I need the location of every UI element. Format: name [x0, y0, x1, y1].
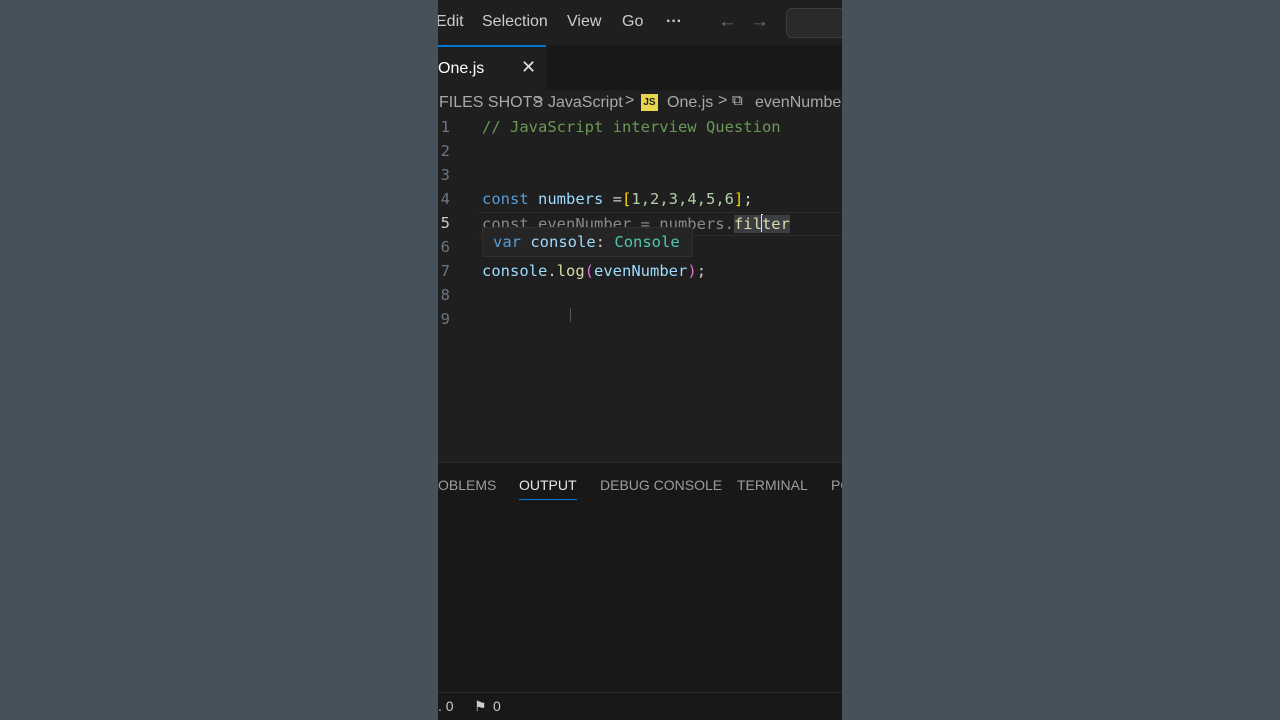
code-line: 7 console.log(evenNumber); — [438, 262, 842, 286]
identifier: numbers — [538, 190, 604, 208]
tooltip-keyword: var — [493, 233, 521, 251]
method-name: log — [556, 262, 585, 280]
operator: = — [603, 190, 623, 208]
line-number: 1 — [440, 118, 450, 136]
tab-terminal[interactable]: TERMINAL — [737, 477, 808, 493]
line-number: 4 — [440, 190, 450, 208]
menu-selection[interactable]: Selection — [482, 13, 548, 31]
tab-label: One.js — [438, 60, 485, 77]
chevron-right-icon: > — [625, 92, 635, 109]
problems-status[interactable]: . 0 — [438, 698, 454, 714]
menu-go[interactable]: Go — [622, 13, 643, 31]
close-icon[interactable]: ✕ — [521, 57, 536, 78]
forward-arrow-icon[interactable]: → — [750, 11, 769, 33]
paren: ) — [687, 262, 697, 280]
code-statement: const numbers =[1,2,3,4,5,6]; — [482, 190, 753, 208]
ports-icon[interactable]: ⚑ — [474, 698, 487, 715]
line-number: 7 — [440, 262, 450, 280]
code-line: 9 — [438, 310, 842, 334]
tab-one-js[interactable]: One.js ✕ — [438, 45, 546, 90]
tooltip-colon: : — [595, 233, 606, 251]
hover-tooltip: var console: Console — [482, 227, 693, 257]
line-number: 5 — [440, 214, 450, 232]
breadcrumb-javascript[interactable]: JavaScript — [548, 94, 623, 112]
method-name: fil — [733, 215, 762, 233]
tooltip-type: Console — [614, 233, 680, 251]
tab-ports[interactable]: PO — [831, 477, 842, 493]
tab-debug-console[interactable]: DEBUG CONSOLE — [600, 477, 722, 493]
identifier: console — [482, 262, 548, 280]
tab-output[interactable]: OUTPUT — [519, 477, 577, 500]
bracket: [ — [622, 190, 632, 208]
vscode-window: Edit Selection View Go ··· ← → One.js ✕ … — [438, 0, 842, 720]
ports-count: 0 — [493, 698, 501, 714]
code-line: 3 — [438, 166, 842, 190]
line-number: 8 — [440, 286, 450, 304]
code-line: 1 // JavaScript interview Question — [438, 118, 842, 142]
code-line: 4 const numbers =[1,2,3,4,5,6]; — [438, 190, 842, 214]
menu-bar: Edit Selection View Go ··· ← → — [438, 0, 842, 45]
bracket: ] — [734, 190, 744, 208]
semicolon: ; — [696, 262, 707, 280]
background-left — [0, 0, 438, 720]
keyword: const — [482, 190, 529, 208]
code-line: 8 — [438, 286, 842, 310]
menu-view[interactable]: View — [567, 13, 601, 31]
array-values: 1,2,3,4,5,6 — [631, 190, 735, 208]
line-number: 2 — [440, 142, 450, 160]
javascript-file-icon: JS — [641, 94, 658, 111]
bottom-panel: OBLEMS OUTPUT DEBUG CONSOLE TERMINAL PO — [438, 462, 842, 693]
chevron-right-icon: > — [534, 92, 544, 109]
back-arrow-icon[interactable]: ← — [718, 11, 737, 33]
tab-problems[interactable]: OBLEMS — [438, 477, 496, 493]
breadcrumb-file[interactable]: One.js — [667, 94, 713, 112]
chevron-right-icon: > — [718, 92, 728, 109]
comment-text: // JavaScript interview Question — [482, 118, 781, 136]
paren: ( — [584, 262, 595, 280]
breadcrumb: FILES SHOTS > JavaScript > JS One.js > ⧉… — [438, 92, 842, 114]
code-line: 2 — [438, 142, 842, 166]
mouse-ibeam-cursor — [570, 308, 571, 322]
breadcrumb-folder[interactable]: FILES SHOTS — [439, 94, 543, 112]
line-number: 9 — [440, 310, 450, 328]
code-statement: console.log(evenNumber); — [482, 262, 706, 280]
code-editor[interactable]: 1 // JavaScript interview Question 2 3 4… — [438, 116, 842, 336]
more-menu-icon[interactable]: ··· — [666, 13, 682, 31]
breadcrumb-symbol[interactable]: evenNumbe — [755, 94, 841, 112]
status-bar: . 0 ⚑ 0 — [438, 692, 842, 720]
tooltip-identifier: console — [530, 233, 596, 251]
semicolon: ; — [743, 190, 753, 208]
method-name: ter — [761, 215, 790, 233]
dot: . — [547, 262, 557, 280]
background-right — [842, 0, 1280, 720]
variable-symbol-icon: ⧉ — [732, 92, 743, 109]
menu-edit[interactable]: Edit — [438, 13, 464, 31]
line-number: 6 — [440, 238, 450, 256]
editor-tab-bar: One.js ✕ — [438, 45, 842, 90]
command-center-search[interactable] — [786, 8, 842, 38]
identifier: evenNumber — [594, 262, 688, 280]
line-number: 3 — [440, 166, 450, 184]
